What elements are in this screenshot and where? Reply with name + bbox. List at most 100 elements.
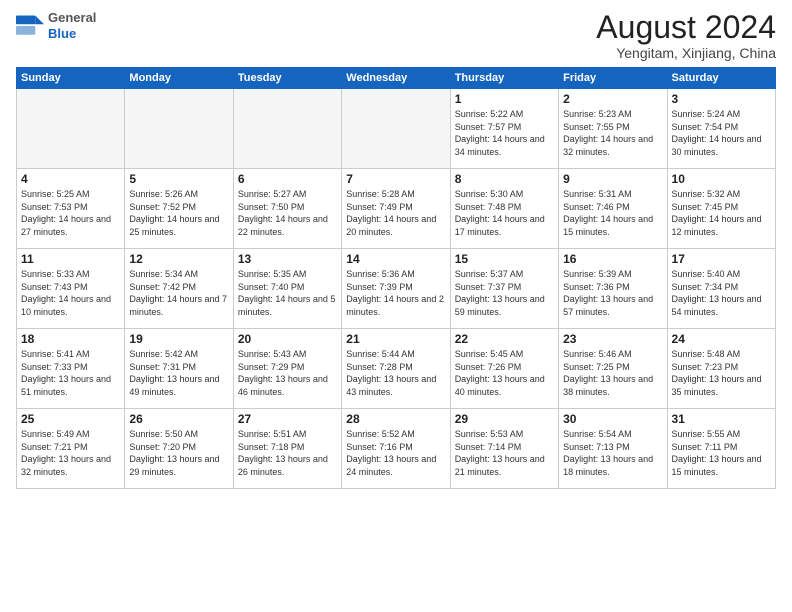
day-number: 14 xyxy=(346,252,445,266)
day-info: Sunrise: 5:30 AM Sunset: 7:48 PM Dayligh… xyxy=(455,188,554,238)
day-number: 11 xyxy=(21,252,120,266)
day-number: 18 xyxy=(21,332,120,346)
day-info: Sunrise: 5:39 AM Sunset: 7:36 PM Dayligh… xyxy=(563,268,662,318)
col-saturday: Saturday xyxy=(667,68,775,89)
day-number: 21 xyxy=(346,332,445,346)
logo: General Blue xyxy=(16,10,96,41)
calendar-cell: 22Sunrise: 5:45 AM Sunset: 7:26 PM Dayli… xyxy=(450,329,558,409)
day-number: 4 xyxy=(21,172,120,186)
day-number: 19 xyxy=(129,332,228,346)
day-number: 5 xyxy=(129,172,228,186)
calendar-cell: 4 Sunrise: 5:25 AM Sunset: 7:53 PM Daylig… xyxy=(17,169,125,249)
logo-blue: Blue xyxy=(48,26,96,42)
day-number: 25 xyxy=(21,412,120,426)
day-info: Sunrise: 5:48 AM Sunset: 7:23 PM Dayligh… xyxy=(672,348,771,398)
col-monday: Monday xyxy=(125,68,233,89)
calendar-cell: 13 Sunrise: 5:35 AM Sunset: 7:40 PM Dayli… xyxy=(233,249,341,329)
calendar-header-row: Sunday Monday Tuesday Wednesday Thursday… xyxy=(17,68,776,89)
day-info: Sunrise: 5:40 AM Sunset: 7:34 PM Dayligh… xyxy=(672,268,771,318)
calendar-cell: 27 Sunrise: 5:51 AM Sunset: 7:18 PM Dayli… xyxy=(233,409,341,489)
day-info: Sunrise: 5:28 AM Sunset: 7:49 PM Dayligh… xyxy=(346,188,445,238)
day-number: 2 xyxy=(563,92,662,106)
day-info: Sunrise: 5:33 AM Sunset: 7:43 PM Dayligh… xyxy=(21,268,120,318)
logo-icon xyxy=(16,12,44,40)
calendar-cell: 2 Sunrise: 5:23 AM Sunset: 7:55 PM Daylig… xyxy=(559,89,667,169)
calendar-cell: 8Sunrise: 5:30 AM Sunset: 7:48 PM Daylig… xyxy=(450,169,558,249)
day-number: 16 xyxy=(563,252,662,266)
col-tuesday: Tuesday xyxy=(233,68,341,89)
day-info: Sunrise: 5:23 AM Sunset: 7:55 PM Dayligh… xyxy=(563,108,662,158)
calendar-cell: 12Sunrise: 5:34 AM Sunset: 7:42 PM Dayli… xyxy=(125,249,233,329)
day-number: 13 xyxy=(238,252,337,266)
day-info: Sunrise: 5:31 AM Sunset: 7:46 PM Dayligh… xyxy=(563,188,662,238)
day-info: Sunrise: 5:51 AM Sunset: 7:18 PM Dayligh… xyxy=(238,428,337,478)
calendar-cell xyxy=(342,89,450,169)
day-info: Sunrise: 5:55 AM Sunset: 7:11 PM Dayligh… xyxy=(672,428,771,478)
calendar-cell: 17 Sunrise: 5:40 AM Sunset: 7:34 PM Dayli… xyxy=(667,249,775,329)
calendar-week-5: 25 Sunrise: 5:49 AM Sunset: 7:21 PM Dayli… xyxy=(17,409,776,489)
day-number: 17 xyxy=(672,252,771,266)
calendar-cell: 21 Sunrise: 5:44 AM Sunset: 7:28 PM Dayli… xyxy=(342,329,450,409)
calendar-week-3: 11 Sunrise: 5:33 AM Sunset: 7:43 PM Dayli… xyxy=(17,249,776,329)
day-info: Sunrise: 5:54 AM Sunset: 7:13 PM Dayligh… xyxy=(563,428,662,478)
day-info: Sunrise: 5:44 AM Sunset: 7:28 PM Dayligh… xyxy=(346,348,445,398)
calendar-cell: 30 Sunrise: 5:54 AM Sunset: 7:13 PM Dayli… xyxy=(559,409,667,489)
calendar-cell xyxy=(125,89,233,169)
day-number: 1 xyxy=(455,92,554,106)
day-info: Sunrise: 5:49 AM Sunset: 7:21 PM Dayligh… xyxy=(21,428,120,478)
calendar-cell: 11 Sunrise: 5:33 AM Sunset: 7:43 PM Dayli… xyxy=(17,249,125,329)
day-number: 20 xyxy=(238,332,337,346)
day-number: 24 xyxy=(672,332,771,346)
day-info: Sunrise: 5:22 AM Sunset: 7:57 PM Dayligh… xyxy=(455,108,554,158)
day-number: 29 xyxy=(455,412,554,426)
day-info: Sunrise: 5:26 AM Sunset: 7:52 PM Dayligh… xyxy=(129,188,228,238)
day-number: 30 xyxy=(563,412,662,426)
day-number: 26 xyxy=(129,412,228,426)
day-info: Sunrise: 5:27 AM Sunset: 7:50 PM Dayligh… xyxy=(238,188,337,238)
day-info: Sunrise: 5:32 AM Sunset: 7:45 PM Dayligh… xyxy=(672,188,771,238)
calendar-cell: 10Sunrise: 5:32 AM Sunset: 7:45 PM Dayli… xyxy=(667,169,775,249)
col-thursday: Thursday xyxy=(450,68,558,89)
day-number: 12 xyxy=(129,252,228,266)
calendar-cell: 18 Sunrise: 5:41 AM Sunset: 7:33 PM Dayli… xyxy=(17,329,125,409)
calendar-cell: 5 Sunrise: 5:26 AM Sunset: 7:52 PM Daylig… xyxy=(125,169,233,249)
day-number: 15 xyxy=(455,252,554,266)
calendar-cell: 3 Sunrise: 5:24 AM Sunset: 7:54 PM Daylig… xyxy=(667,89,775,169)
logo-general: General xyxy=(48,10,96,26)
calendar-cell: 1 Sunrise: 5:22 AM Sunset: 7:57 PM Daylig… xyxy=(450,89,558,169)
day-info: Sunrise: 5:45 AM Sunset: 7:26 PM Dayligh… xyxy=(455,348,554,398)
logo-text: General Blue xyxy=(48,10,96,41)
calendar-week-4: 18 Sunrise: 5:41 AM Sunset: 7:33 PM Dayli… xyxy=(17,329,776,409)
day-info: Sunrise: 5:43 AM Sunset: 7:29 PM Dayligh… xyxy=(238,348,337,398)
day-number: 7 xyxy=(346,172,445,186)
calendar-cell: 14Sunrise: 5:36 AM Sunset: 7:39 PM Dayli… xyxy=(342,249,450,329)
title-block: August 2024 Yengitam, Xinjiang, China xyxy=(596,10,776,61)
calendar-cell: 25 Sunrise: 5:49 AM Sunset: 7:21 PM Dayli… xyxy=(17,409,125,489)
day-info: Sunrise: 5:41 AM Sunset: 7:33 PM Dayligh… xyxy=(21,348,120,398)
calendar-cell: 20 Sunrise: 5:43 AM Sunset: 7:29 PM Dayli… xyxy=(233,329,341,409)
calendar-cell: 31 Sunrise: 5:55 AM Sunset: 7:11 PM Dayli… xyxy=(667,409,775,489)
calendar-cell: 23 Sunrise: 5:46 AM Sunset: 7:25 PM Dayli… xyxy=(559,329,667,409)
day-info: Sunrise: 5:35 AM Sunset: 7:40 PM Dayligh… xyxy=(238,268,337,318)
day-number: 3 xyxy=(672,92,771,106)
calendar-cell: 9 Sunrise: 5:31 AM Sunset: 7:46 PM Daylig… xyxy=(559,169,667,249)
day-number: 9 xyxy=(563,172,662,186)
col-friday: Friday xyxy=(559,68,667,89)
location: Yengitam, Xinjiang, China xyxy=(596,45,776,61)
calendar-cell: 24 Sunrise: 5:48 AM Sunset: 7:23 PM Dayli… xyxy=(667,329,775,409)
day-number: 27 xyxy=(238,412,337,426)
calendar-cell: 6Sunrise: 5:27 AM Sunset: 7:50 PM Daylig… xyxy=(233,169,341,249)
day-number: 23 xyxy=(563,332,662,346)
calendar-cell: 28Sunrise: 5:52 AM Sunset: 7:16 PM Dayli… xyxy=(342,409,450,489)
calendar-week-1: 1 Sunrise: 5:22 AM Sunset: 7:57 PM Daylig… xyxy=(17,89,776,169)
month-title: August 2024 xyxy=(596,10,776,45)
day-number: 28 xyxy=(346,412,445,426)
col-wednesday: Wednesday xyxy=(342,68,450,89)
page: General Blue August 2024 Yengitam, Xinji… xyxy=(0,0,792,612)
day-number: 31 xyxy=(672,412,771,426)
day-info: Sunrise: 5:46 AM Sunset: 7:25 PM Dayligh… xyxy=(563,348,662,398)
day-info: Sunrise: 5:24 AM Sunset: 7:54 PM Dayligh… xyxy=(672,108,771,158)
calendar-table: Sunday Monday Tuesday Wednesday Thursday… xyxy=(16,67,776,489)
day-info: Sunrise: 5:25 AM Sunset: 7:53 PM Dayligh… xyxy=(21,188,120,238)
calendar-cell: 16 Sunrise: 5:39 AM Sunset: 7:36 PM Dayli… xyxy=(559,249,667,329)
